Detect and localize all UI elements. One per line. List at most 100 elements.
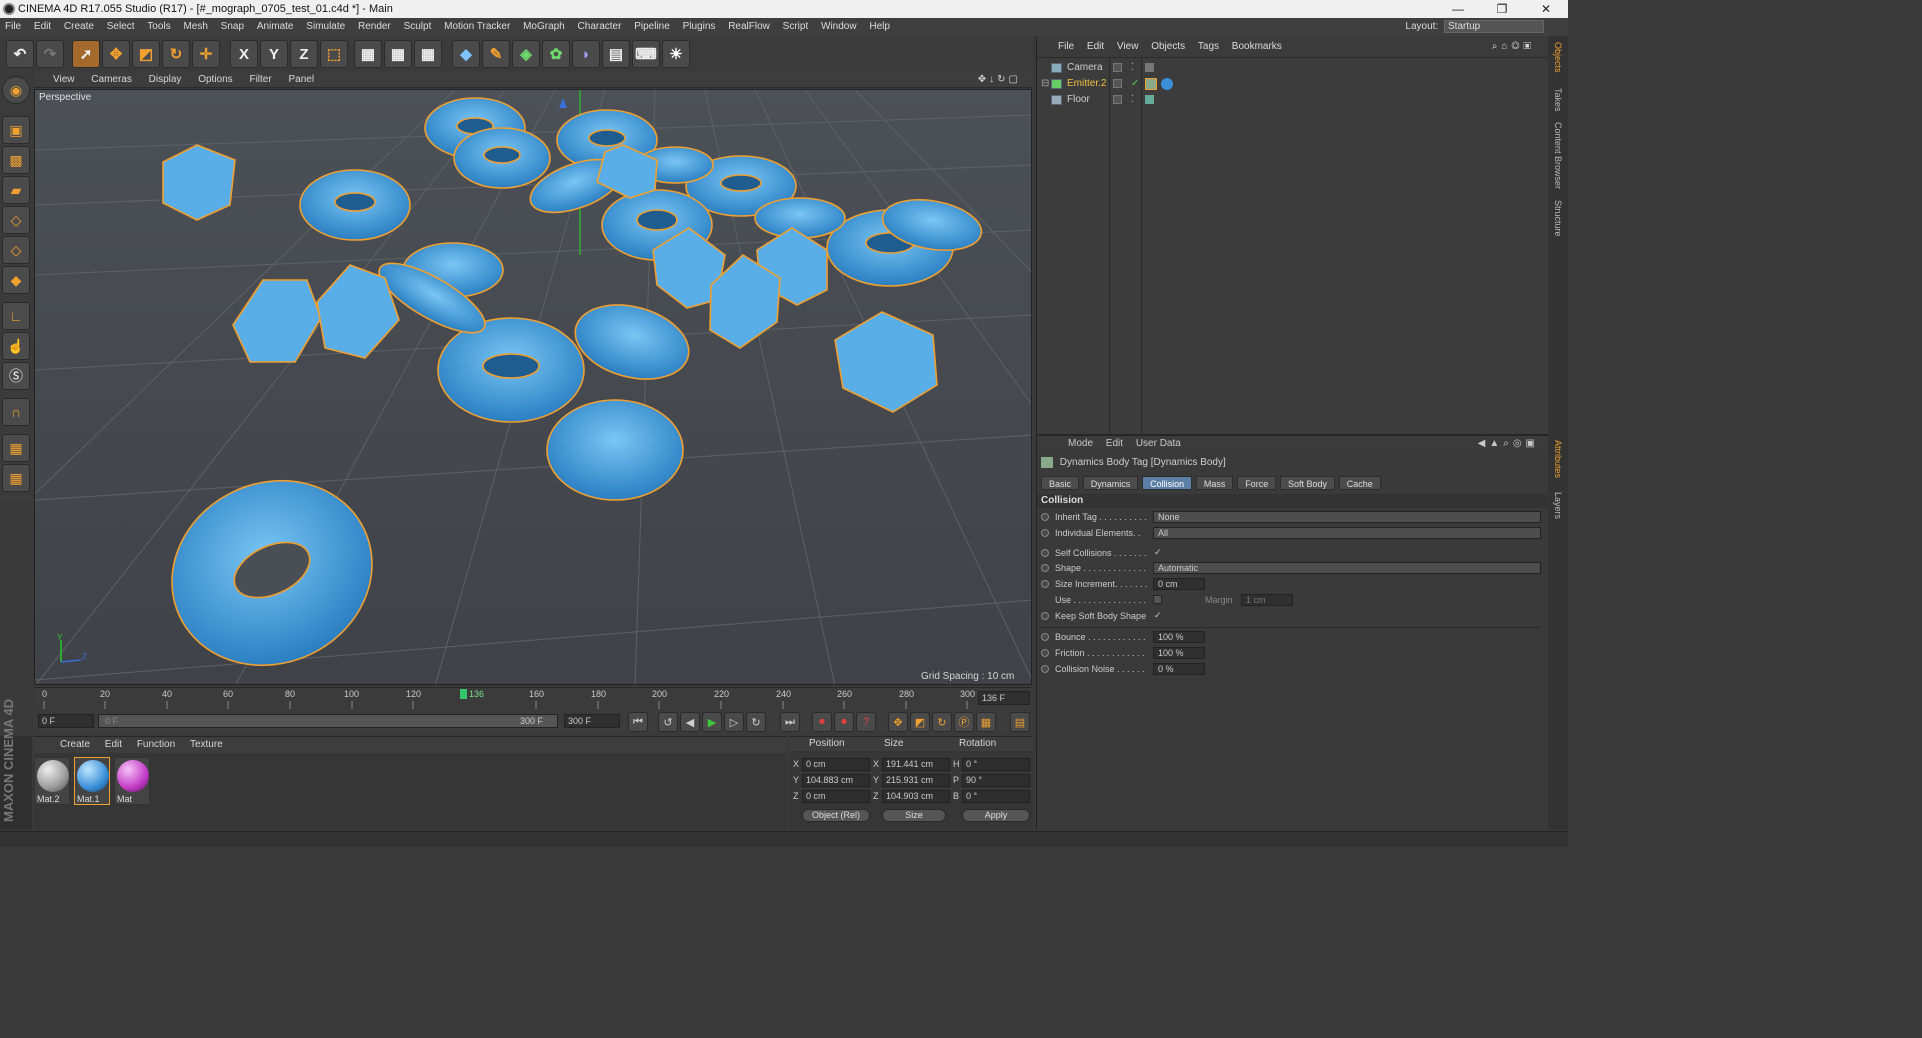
visibility-toggle[interactable] [1113, 63, 1122, 72]
x-axis-lock-button[interactable]: X [230, 40, 258, 68]
menu-realflow[interactable]: RealFlow [723, 18, 775, 36]
viewport-menu-options[interactable]: Options [191, 74, 239, 85]
individual-elements-dropdown[interactable]: All [1153, 527, 1541, 539]
make-editable-icon[interactable]: ◉ [2, 76, 30, 104]
frame-range-slider[interactable]: 0 F 300 F [98, 714, 558, 728]
enabled-check-icon[interactable]: ✓ [1131, 76, 1139, 92]
menu-character[interactable]: Character [573, 18, 627, 36]
viewport-nav-icons[interactable]: ✥↓↻▢ [971, 72, 1028, 88]
lock-workplane-icon[interactable]: ▦ [2, 434, 30, 462]
size-y-field[interactable]: 215.931 cm [882, 774, 950, 787]
key-rotation-icon[interactable]: ↻ [932, 712, 952, 732]
menu-motion-tracker[interactable]: Motion Tracker [439, 18, 515, 36]
tab-collision[interactable]: Collision [1142, 476, 1193, 490]
visibility-toggle[interactable] [1113, 79, 1122, 88]
floor-icon[interactable]: ▤ [602, 40, 630, 68]
menu-select[interactable]: Select [102, 18, 140, 36]
size-x-field[interactable]: 191.441 cm [882, 758, 950, 771]
animate-dot-icon[interactable] [1041, 580, 1049, 588]
viewport-menu-filter[interactable]: Filter [242, 74, 278, 85]
undo-icon[interactable]: ↶ [6, 40, 34, 68]
perspective-viewport[interactable]: Perspective Grid Spacing : 10 cm Y Z [34, 89, 1032, 685]
coordinate-system-icon[interactable]: ⬚ [320, 40, 348, 68]
tab-dynamics[interactable]: Dynamics [1082, 476, 1139, 490]
material-swatch-mat1[interactable]: Mat.1 [74, 757, 110, 805]
transform-icon[interactable]: ✛ [192, 40, 220, 68]
menu-render[interactable]: Render [353, 18, 396, 36]
viewport-menu-view[interactable]: View [46, 74, 82, 85]
key-parameter-icon[interactable]: Ⓟ [954, 712, 974, 732]
material-menu-function[interactable]: Function [131, 739, 181, 750]
expand-icon[interactable]: ⊟ [1041, 76, 1049, 92]
visibility-toggle[interactable] [1113, 95, 1122, 104]
tab-force[interactable]: Force [1237, 476, 1277, 490]
snapping-icon[interactable]: Ⓢ [2, 362, 30, 390]
material-tag-icon[interactable] [1161, 78, 1173, 90]
material-menu-texture[interactable]: Texture [184, 739, 229, 750]
object-menu-bookmarks[interactable]: Bookmarks [1227, 41, 1287, 52]
start-frame-field[interactable]: 0 F [38, 714, 94, 728]
rot-b-field[interactable]: 0 ° [962, 790, 1030, 803]
menu-plugins[interactable]: Plugins [678, 18, 721, 36]
menu-help[interactable]: Help [864, 18, 895, 36]
menu-sculpt[interactable]: Sculpt [399, 18, 437, 36]
animate-dot-icon[interactable] [1041, 633, 1049, 641]
animate-dot-icon[interactable] [1041, 564, 1049, 572]
model-mode-icon[interactable]: ▣ [2, 116, 30, 144]
side-tab-takes[interactable]: Takes [1553, 88, 1563, 112]
size-mode-dropdown[interactable]: Size [882, 809, 946, 822]
material-menu-edit[interactable]: Edit [99, 739, 128, 750]
z-axis-lock-button[interactable]: Z [290, 40, 318, 68]
polygons-mode-icon[interactable]: ◆ [2, 266, 30, 294]
dynamics-body-tag-icon[interactable] [1145, 78, 1157, 90]
menu-script[interactable]: Script [778, 18, 814, 36]
attr-nav-icons[interactable]: ◀▲⌕◎▣ [1473, 436, 1544, 452]
render-dots-icon[interactable]: ⁚ [1131, 60, 1134, 76]
axis-mode-icon[interactable]: ∟ [2, 302, 30, 330]
layout-dropdown[interactable]: Startup [1444, 19, 1544, 33]
render-settings-icon[interactable]: ▦ [414, 40, 442, 68]
self-collisions-checkbox[interactable]: ✓ [1153, 547, 1165, 559]
go-to-end-icon[interactable]: ⏭ [780, 712, 800, 732]
side-tab-structure[interactable]: Structure [1553, 200, 1563, 237]
friction-field[interactable]: 100 % [1153, 647, 1205, 659]
magnet-icon[interactable]: ∩ [2, 398, 30, 426]
object-menu-edit[interactable]: Edit [1082, 41, 1109, 52]
menu-pipeline[interactable]: Pipeline [629, 18, 675, 36]
object-menu-view[interactable]: View [1112, 41, 1144, 52]
key-point-level-icon[interactable]: ▦ [976, 712, 996, 732]
current-frame-field[interactable]: 136 F [978, 691, 1030, 705]
side-tab-content-browser[interactable]: Content Browser [1553, 122, 1563, 189]
viewport-menu-cameras[interactable]: Cameras [84, 74, 139, 85]
bounce-field[interactable]: 100 % [1153, 631, 1205, 643]
attr-menu-edit[interactable]: Edit [1101, 438, 1128, 449]
tab-cache[interactable]: Cache [1338, 476, 1381, 490]
workplane-mode-icon[interactable]: ▰ [2, 176, 30, 204]
keyframe-selection-icon[interactable]: ? [856, 712, 876, 732]
scale-icon[interactable]: ◩ [132, 40, 160, 68]
edges-mode-icon[interactable]: ◇ [2, 236, 30, 264]
redo-icon[interactable]: ↷ [36, 40, 64, 68]
maximize-button[interactable]: ❐ [1480, 0, 1524, 18]
pos-x-field[interactable]: 0 cm [802, 758, 870, 771]
render-picture-viewer-icon[interactable]: ▦ [384, 40, 412, 68]
viewport-menu-panel[interactable]: Panel [281, 74, 321, 85]
timeline-window-icon[interactable]: ▤ [1010, 712, 1030, 732]
next-frame-icon[interactable]: ▷ [724, 712, 744, 732]
menu-tools[interactable]: Tools [142, 18, 175, 36]
object-row-floor[interactable]: Floor ⁚ [1037, 92, 1547, 108]
menu-file[interactable]: File [0, 18, 26, 36]
object-search-icons[interactable]: ⌕⌂◎▣ [1487, 36, 1540, 58]
animate-dot-icon[interactable] [1041, 649, 1049, 657]
tweak-mode-icon[interactable]: ☝ [2, 332, 30, 360]
menu-mesh[interactable]: Mesh [178, 18, 212, 36]
object-row-emitter[interactable]: ⊟ Emitter.2 ✓ [1037, 76, 1547, 92]
menu-simulate[interactable]: Simulate [301, 18, 350, 36]
animate-dot-icon[interactable] [1041, 549, 1049, 557]
render-dots-icon[interactable]: ⁚ [1131, 92, 1134, 108]
menu-window[interactable]: Window [816, 18, 862, 36]
collider-tag-icon[interactable] [1145, 95, 1154, 104]
inherit-tag-dropdown[interactable]: None [1153, 511, 1541, 523]
pos-y-field[interactable]: 104.883 cm [802, 774, 870, 787]
pos-z-field[interactable]: 0 cm [802, 790, 870, 803]
